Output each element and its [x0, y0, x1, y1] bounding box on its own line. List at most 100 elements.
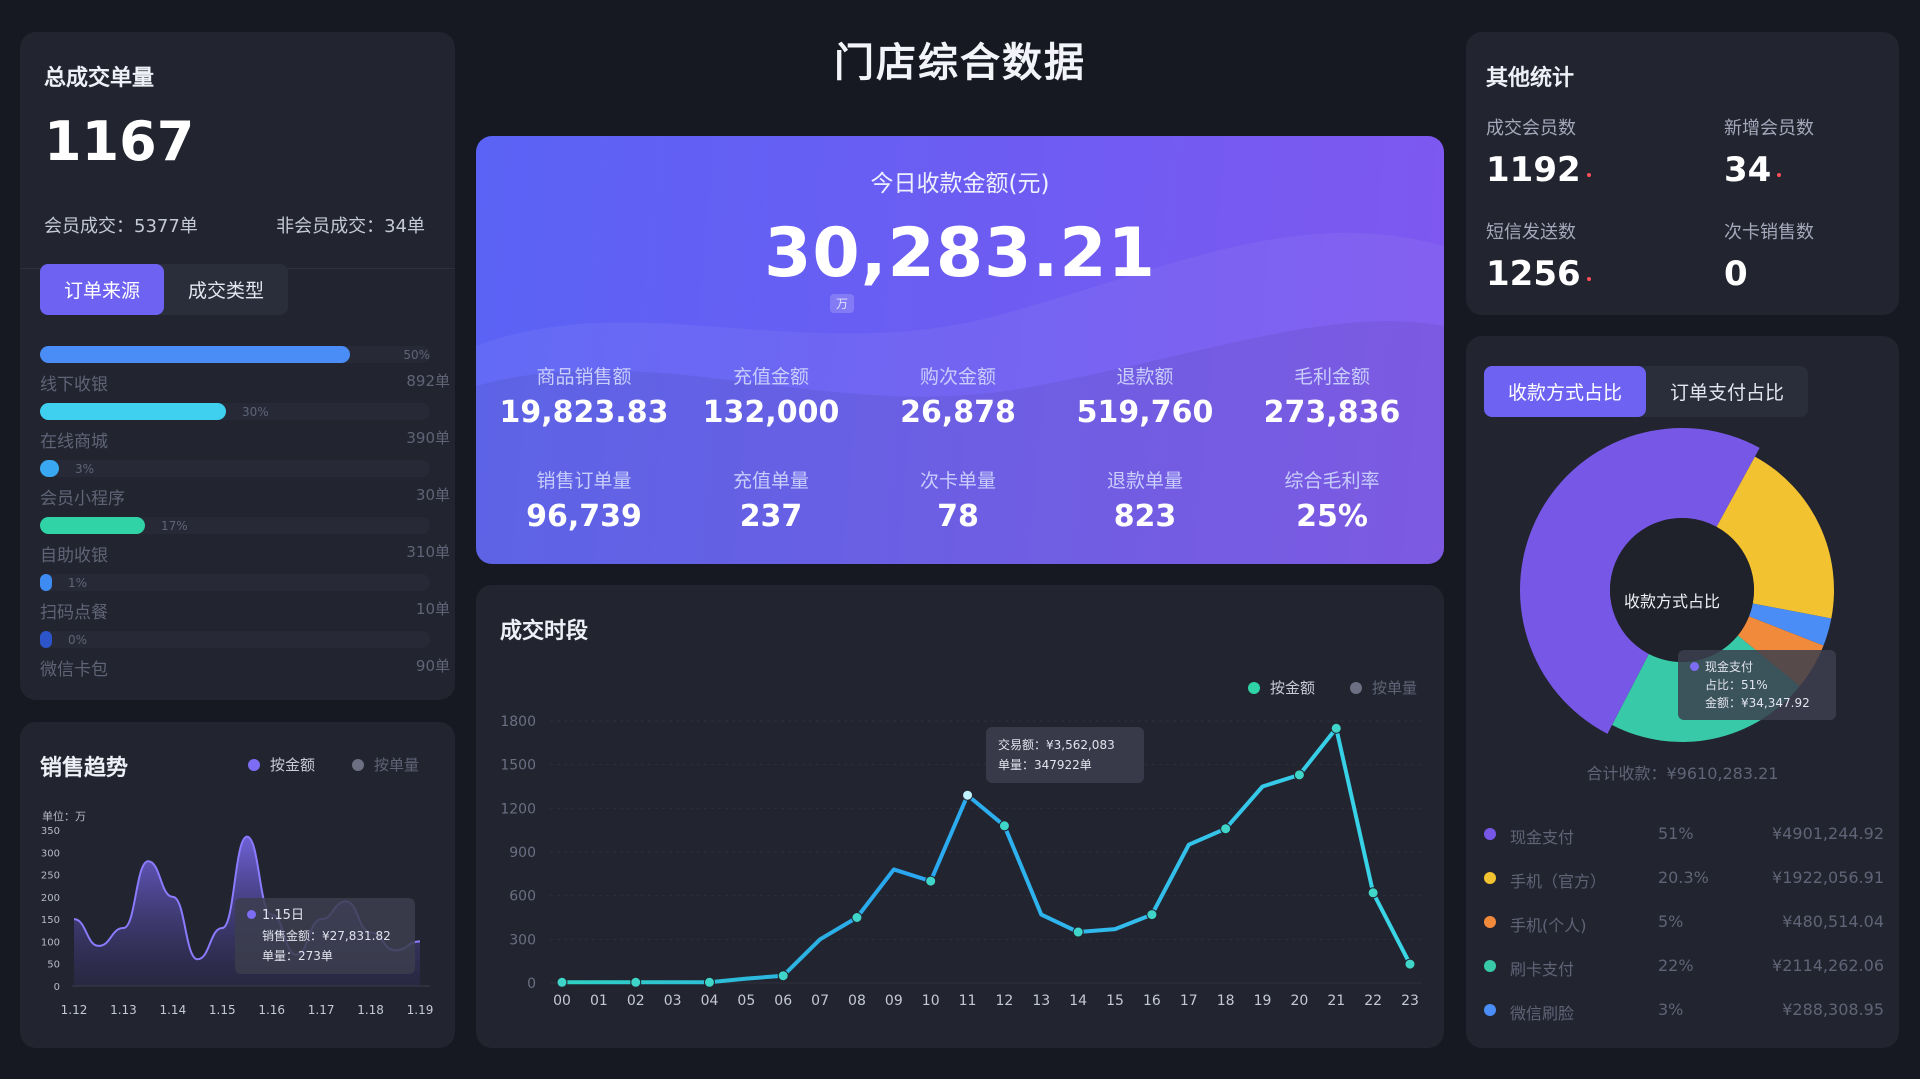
kpi-label: 购次金额 — [919, 366, 996, 388]
stat-value: 0 — [1724, 254, 1814, 294]
trend-y-tick: 150 — [41, 915, 60, 926]
time-x-tick: 00 — [553, 993, 571, 1009]
tab-deal-type[interactable]: 成交类型 — [164, 264, 288, 315]
kpi-label: 毛利金额 — [1293, 366, 1370, 388]
source-bar-fill — [40, 574, 52, 591]
deal-time-card: 成交时段 按金额 按单量 0 300 600 900 1200 1500 1800 00 01 0… — [476, 585, 1444, 1048]
payment-name: 手机(个人) — [1510, 916, 1587, 935]
time-y-tick: 900 — [509, 845, 536, 861]
kpi-label: 退款单量 — [1106, 470, 1183, 492]
payment-pct: 22% — [1658, 956, 1694, 975]
kpi-value: 19,823.83 — [499, 395, 669, 430]
kpi-label: 充值金额 — [732, 366, 809, 388]
donut-tooltip: 现金支付 占比：51% 金额：¥34,347.92 — [1678, 650, 1836, 720]
kpi-value: 237 — [739, 499, 803, 534]
time-point[interactable] — [1220, 823, 1232, 835]
sales-trend-card: 销售趋势 按金额 按单量 单位：万 0 50 100 150 200 250 300 350 1… — [20, 722, 455, 1048]
source-bar-count: 892单 — [406, 372, 450, 390]
kpi-value: 78 — [937, 499, 979, 534]
time-point[interactable] — [556, 976, 568, 988]
source-bar-pct: 1% — [68, 576, 88, 590]
tooltip-date: 1.15日 — [262, 908, 304, 923]
payment-dot — [1484, 872, 1496, 884]
time-point[interactable] — [1367, 887, 1379, 899]
stat-value: 1192 — [1486, 150, 1591, 190]
tab-payment-method[interactable]: 收款方式占比 — [1484, 366, 1647, 417]
stat-value: 1256 — [1486, 254, 1591, 294]
time-x-tick: 19 — [1254, 993, 1272, 1009]
trend-x-tick: 1.15 — [209, 1003, 236, 1017]
today-revenue-caption: 今日收款金额(元) — [870, 171, 1050, 197]
time-point[interactable] — [703, 976, 715, 988]
payment-amount: ¥2114,262.06 — [1772, 956, 1884, 975]
other-stats-card: 其他统计 成交会员数 1192 新增会员数 34 短信发送数 1256 次卡销售… — [1466, 32, 1899, 315]
sales-trend-chart: 0 50 100 150 200 250 300 350 1.12 1.13 1.14 1.15 1.1… — [41, 826, 434, 1017]
total-orders-value: 1167 — [44, 110, 195, 173]
time-x-tick: 06 — [774, 993, 792, 1009]
time-x-tick: 03 — [664, 993, 682, 1009]
donut-tooltip-line2: 金额：¥34,347.92 — [1705, 696, 1810, 710]
time-point[interactable] — [1146, 909, 1158, 921]
order-source-item: 0% 微信卡包 90单 — [40, 631, 450, 687]
stat-number: 1256 — [1486, 254, 1581, 294]
time-x-tick: 07 — [811, 993, 829, 1009]
time-point[interactable] — [1293, 769, 1305, 781]
time-point[interactable] — [851, 912, 863, 923]
time-y-tick: 0 — [527, 976, 536, 992]
payment-name: 手机（官方） — [1510, 872, 1607, 891]
payment-dot — [1484, 916, 1496, 928]
kpi-label: 退款额 — [1116, 366, 1174, 388]
source-bar-label: 扫码点餐 — [40, 603, 108, 623]
donut-tooltip-name: 现金支付 — [1705, 660, 1754, 674]
source-bar-fill — [40, 460, 59, 477]
payment-row: 手机(个人) 5% ¥480,514.04 — [1484, 912, 1884, 942]
time-y-tick: 300 — [509, 932, 536, 948]
time-point[interactable] — [777, 970, 789, 982]
order-tabs: 订单来源 成交类型 — [40, 264, 289, 315]
tab-order-source[interactable]: 订单来源 — [40, 264, 165, 315]
time-point[interactable] — [1330, 722, 1342, 734]
total-orders-title: 总成交单量 — [44, 66, 155, 91]
stat-number: 0 — [1724, 254, 1748, 294]
source-bar-count: 90单 — [415, 657, 450, 675]
payment-name: 微信刷脸 — [1510, 1004, 1575, 1023]
stat-deal-members: 成交会员数 1192 — [1486, 114, 1591, 190]
kpi-item: 毛利金额 273,836 — [1238, 362, 1426, 430]
payment-tabs: 收款方式占比 订单支付占比 — [1484, 366, 1809, 417]
today-revenue-card: 今日收款金额(元) 30,283.21 万 商品销售额 19,823.83 充值金额… — [476, 136, 1444, 564]
time-x-tick: 18 — [1217, 993, 1235, 1009]
source-bar-pct: 0% — [68, 633, 88, 647]
payment-dot — [1484, 828, 1496, 840]
kpi-item: 购次金额 26,878 — [864, 362, 1052, 430]
payment-row: 手机（官方） 20.3% ¥1922,056.91 — [1484, 868, 1884, 898]
time-point[interactable] — [630, 976, 642, 988]
source-bar-label: 微信卡包 — [40, 660, 108, 680]
payment-pct: 5% — [1658, 912, 1684, 931]
source-bar-count: 390单 — [406, 429, 450, 447]
time-x-tick: 05 — [737, 993, 755, 1009]
trend-y-tick: 300 — [41, 848, 60, 859]
time-point[interactable] — [998, 820, 1010, 832]
tab-order-payment[interactable]: 订单支付占比 — [1646, 366, 1808, 417]
trend-x-tick: 1.19 — [407, 1003, 434, 1017]
source-bar-label: 线下收银 — [40, 375, 108, 395]
payment-amount: ¥480,514.04 — [1782, 912, 1884, 931]
trend-y-tick: 100 — [41, 937, 60, 948]
time-x-tick: 14 — [1069, 993, 1087, 1009]
payment-dot — [1484, 1004, 1496, 1016]
kpi-value: 519,760 — [1076, 395, 1214, 430]
time-point[interactable] — [962, 789, 974, 801]
source-bar-track — [40, 346, 430, 363]
stat-label: 新增会员数 — [1724, 118, 1814, 139]
kpi-value: 273,836 — [1263, 395, 1401, 430]
trend-tooltip: 1.15日 销售金额：¥27,831.82 单量：273单 — [235, 898, 415, 974]
time-x-tick: 15 — [1106, 993, 1124, 1009]
source-bar-label: 在线商城 — [40, 432, 108, 452]
time-tooltip-line1: 交易额：¥3,562,083 — [998, 738, 1115, 752]
time-point[interactable] — [1072, 926, 1084, 938]
time-point[interactable] — [1404, 958, 1416, 970]
order-source-item: 30% 在线商城 390单 — [40, 403, 450, 459]
time-point[interactable] — [925, 875, 937, 887]
order-source-item: 50% 线下收银 892单 — [40, 346, 450, 402]
payment-row: 刷卡支付 22% ¥2114,262.06 — [1484, 956, 1884, 986]
